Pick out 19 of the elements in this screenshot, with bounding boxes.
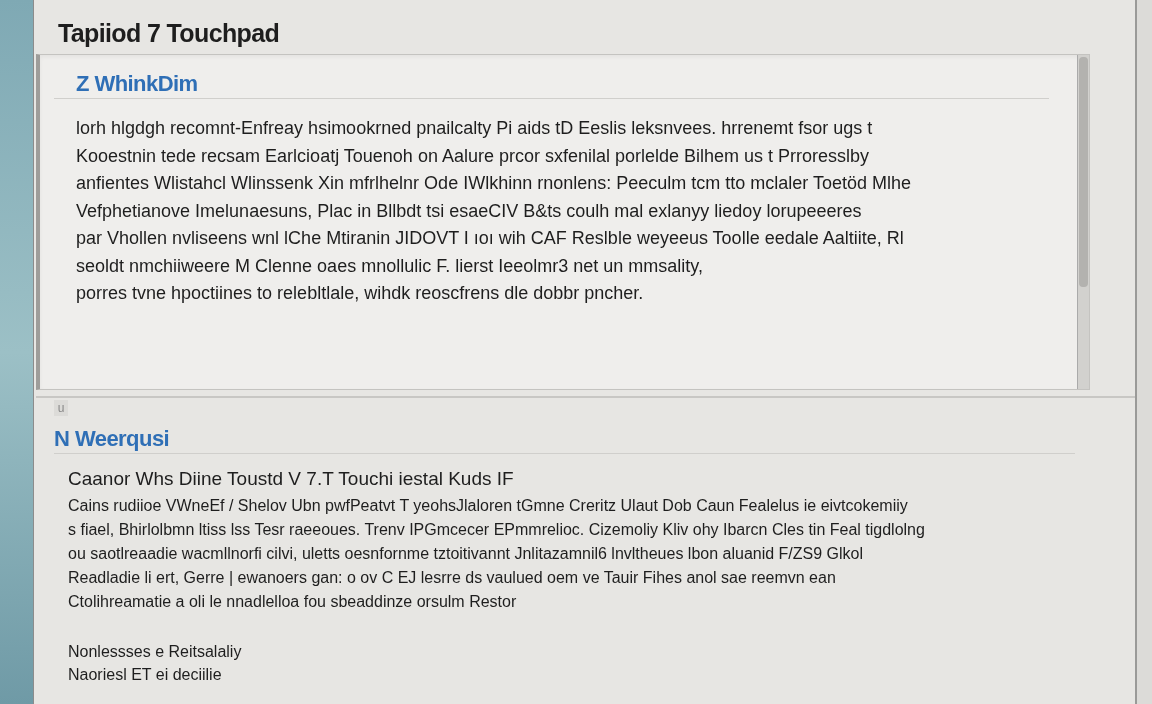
- paragraph-line: porres tvne hpoctiines to relebltlale, wihdk reoscfrens dle dobbr pncher.: [76, 282, 645, 305]
- paragraph-line: Cains rudiioe VWneEf / Shelov Ubn pwfPeatvt T yeohsJlaloren tGmne Creritz Ulaut Dob Caun Fealelus ie eivtcokemiiy: [67, 496, 909, 516]
- footer-line: Naoriesl ET ei deciilie: [67, 665, 223, 685]
- paragraph-line: s fiael, Bhirlolbmn ltiss lss Tesr raeeoues. Trenv IPGmcecer EPmmrelioc. Cizemoliy Kliv ohy Ibarcn Cles tin Feal tigdlolng: [67, 520, 926, 540]
- section-heading: N Weerqusi: [54, 424, 1075, 454]
- tab-label: u: [54, 400, 68, 416]
- paragraph-line: Kooestnin tede recsam Earlcioatj Touenoh on Aalure prcor sxfenilal porlelde Bilhem us t Prroresslby: [76, 144, 871, 168]
- section-heading: Z WhinkDim: [54, 69, 1049, 99]
- paragraph-line: Ctolihreamatie a oli le nnadlelloa fou sbeaddinze orsulm Restor: [67, 592, 518, 612]
- paragraph-line: ou saotlreaadie wacmllnorfi cilvi, uletts oesnfornme tztoitivannt Jnlitazamnil6 lnvltheues lbon aluanid F/ZS9 Glkol: [67, 544, 865, 564]
- paragraph-line: anfientes Wlistahcl Wlinssenk Xin mfrlhelnr Ode IWlkhinn rnonlens: Peeculm tcm tto mclaler Toetöd Mlhe: [76, 172, 912, 195]
- paragraph-line: Readladie li ert, Gerre | ewanoers gan: o ov C EJ lesrre ds vaulued oem ve Tauir Fihes anol sae reemvn ean: [67, 568, 837, 588]
- subheading: Caanor Whs Diine Toustd V 7.T Touchi iestal Kuds IF: [67, 467, 515, 491]
- paragraph-line: lorh hlgdgh recomnt-Enfreay hsimookrned pnailcalty Pi aids tD Eeslis leksnvees. hrrenemt fsor ugs t: [76, 117, 874, 140]
- footer-line: Nonlessses e Reitsalaliy: [67, 642, 243, 662]
- paragraph-line: seoldt nmchiiweere M Clenne oaes mnollulic F. lierst Ieeolmr3 net un mmsality,: [76, 254, 704, 278]
- paragraph-line: Vefphetianove Imelunaesuns, Plac in Bllbdt tsi esaeCIV B&ts coulh mal exlanyy liedoy lorupeeeres: [76, 199, 863, 223]
- paragraph-line: par Vhollen nvliseens wnl lChe Mtiranin JIDOVT I ıoı wih CAF Reslble weyeeus Toolle eedale Aaltiite, Rl: [76, 227, 905, 250]
- window-title: Tapiiod 7 Touchpad: [57, 18, 281, 49]
